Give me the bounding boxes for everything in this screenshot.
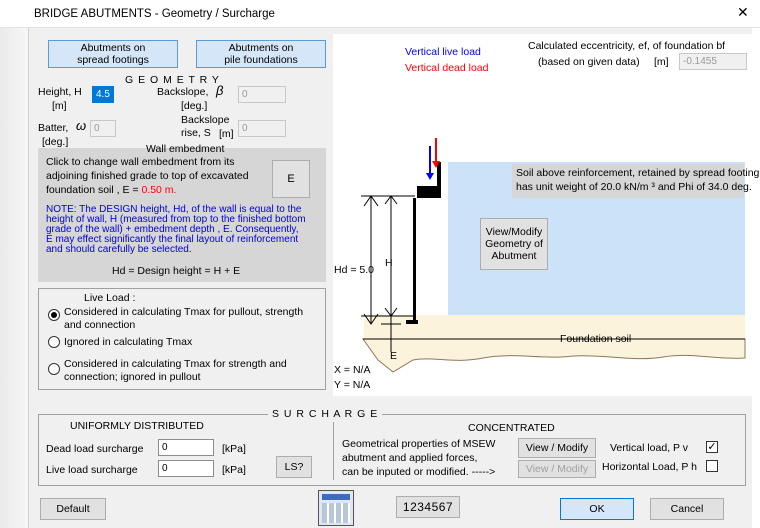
vertical-dead-load-label: Vertical dead load (405, 62, 489, 74)
title-bar: BRIDGE ABUTMENTS - Geometry / Surcharge … (0, 0, 760, 28)
live-load-arrowhead (426, 173, 434, 180)
eccentricity-line1: Calculated eccentricity, ef, of foundati… (528, 40, 726, 52)
concentrated-text2: abutment and applied forces, (342, 452, 478, 464)
vertical-load-label: Vertical load, P v (610, 442, 689, 454)
close-icon[interactable]: ✕ (737, 5, 749, 19)
view-modify-loads-button[interactable]: View / Modify (518, 438, 596, 458)
live-load-header: Live Load : (84, 292, 136, 304)
view-modify-geometry-button[interactable]: View/Modify Geometry of Abutment (480, 218, 548, 270)
live-load-surcharge-unit: [kPa] (222, 464, 246, 476)
horizontal-load-label: Horizontal Load, P h (602, 461, 697, 473)
horizontal-load-checkbox[interactable] (706, 460, 718, 472)
calculator-keys (322, 503, 350, 523)
live-load-option3-line2[interactable]: connection; ignored in pullout (64, 371, 201, 383)
backslope-label: Backslope, (157, 86, 209, 98)
view-modify-geometry-line3: Abutment (491, 250, 537, 262)
live-load-option1-line1[interactable]: Considered in calculating Tmax for pullo… (64, 306, 303, 318)
height-unit: [m] (52, 100, 67, 112)
backslope-rise-line2: rise, S (181, 127, 211, 139)
embedment-note-line5: and should carefully be selected. (46, 244, 192, 255)
dead-load-surcharge-unit: [kPa] (222, 443, 246, 455)
calculator-icon[interactable] (318, 490, 354, 526)
default-button[interactable]: Default (40, 498, 106, 520)
ok-button[interactable]: OK (560, 498, 634, 520)
batter-label: Batter, (38, 122, 69, 134)
height-label: Height, H (38, 86, 82, 98)
embedment-note: NOTE: The DESIGN height, Hd, of the wall… (46, 205, 306, 255)
backslope-rise-unit: [m] (219, 128, 234, 140)
abutment-stem (413, 198, 416, 323)
live-load-surcharge-input[interactable]: 0 (158, 460, 214, 477)
pile-foundations-line1: Abutments on (228, 42, 294, 54)
view-modify-geometry-line1: View/Modify (485, 226, 543, 238)
abutment-drawing (361, 138, 441, 352)
wall-height-dimension-label: H (385, 257, 393, 269)
embedment-text2: adjoining finished grade to top of excav… (46, 170, 249, 182)
live-load-option2-label[interactable]: Ignored in calculating Tmax (64, 336, 192, 348)
dead-load-surcharge-input[interactable]: 0 (158, 439, 214, 456)
vertical-live-load-label: Vertical live load (405, 46, 481, 58)
backslope-rise-input[interactable]: 0 (238, 120, 286, 137)
view-modify-loads-disabled-button[interactable]: View / Modify (518, 460, 596, 478)
spread-footings-line1: Abutments on (80, 42, 146, 54)
foundation-soil-label: Foundation soil (560, 333, 632, 345)
concentrated-text3: can be inputed or modified. -----> (342, 466, 496, 478)
eccentricity-line2: (based on given data) (538, 56, 640, 68)
x-coordinate-readout: X = N/A (334, 364, 371, 376)
abutment-backwall (437, 162, 441, 186)
height-input[interactable]: 4.5 (92, 86, 114, 103)
soil-note-line1: Soil above reinforcement, retained by sp… (516, 167, 760, 179)
live-load-option1-line2[interactable]: and connection (64, 319, 135, 331)
abutment-footing (406, 320, 418, 324)
pile-foundations-button[interactable]: Abutments on pile foundations (196, 40, 326, 68)
design-height-dimension-label: Hd = 5.0 (334, 264, 374, 276)
embedment-e-button[interactable]: E (272, 160, 310, 198)
backslope-rise-line1: Backslope (181, 114, 230, 126)
backslope-input[interactable]: 0 (238, 86, 286, 103)
surcharge-divider (333, 422, 334, 480)
soil-note-line2: has unit weight of 20.0 kN/m ³ and Phi o… (516, 181, 752, 193)
uniform-header: UNIFORMLY DISTRIBUTED (70, 420, 204, 432)
spread-footings-line2: spread footings (77, 54, 149, 66)
cancel-button[interactable]: Cancel (650, 498, 724, 520)
window-left-shadow (0, 28, 28, 528)
live-load-option1-radio[interactable] (48, 309, 60, 321)
backslope-unit: [deg.] (181, 100, 208, 112)
numpad-button[interactable]: 1234567 (396, 496, 460, 518)
calculator-screen (322, 494, 350, 500)
embedment-dimension-label: E (390, 350, 398, 362)
wall-embedment-header: Wall embedment (146, 143, 225, 155)
eccentricity-output: -0.1455 (679, 53, 747, 70)
abutment-seat (417, 186, 441, 198)
live-load-option3-line1[interactable]: Considered in calculating Tmax for stren… (64, 358, 287, 370)
dead-load-surcharge-label: Dead load surcharge (46, 443, 144, 455)
spread-footings-button[interactable]: Abutments on spread footings (48, 40, 178, 68)
live-load-option3-radio[interactable] (48, 363, 60, 375)
concentrated-header: CONCENTRATED (468, 422, 555, 434)
embedment-text1: Click to change wall embedment from its (46, 156, 235, 168)
backslope-symbol: β (216, 83, 224, 98)
batter-symbol: ω (76, 118, 87, 133)
live-load-option2-radio[interactable] (48, 336, 60, 348)
pile-foundations-line2: pile foundations (224, 54, 298, 66)
view-modify-geometry-line2: Geometry of (485, 238, 543, 250)
ls-button[interactable]: LS? (276, 456, 312, 478)
live-load-surcharge-label: Live load surcharge (46, 464, 138, 476)
design-height-formula: Hd = Design height = H + E (112, 265, 241, 277)
window-title: BRIDGE ABUTMENTS - Geometry / Surcharge (34, 8, 275, 20)
eccentricity-unit: [m] (654, 56, 669, 68)
vertical-load-checkbox[interactable]: ✓ (706, 441, 718, 453)
concentrated-text1: Geometrical properties of MSEW (342, 438, 496, 450)
embedment-value: 0.50 m. (141, 184, 177, 196)
embedment-text3-prefix: foundation soil , E = (46, 184, 142, 196)
surcharge-header: S U R C H A R G E (268, 408, 383, 420)
y-coordinate-readout: Y = N/A (334, 379, 371, 391)
batter-unit: [deg.] (42, 136, 69, 148)
batter-input[interactable]: 0 (90, 120, 116, 137)
geometry-header: G E O M E T R Y (125, 74, 220, 86)
embedment-text3: foundation soil , E = 0.50 m. (46, 184, 176, 196)
